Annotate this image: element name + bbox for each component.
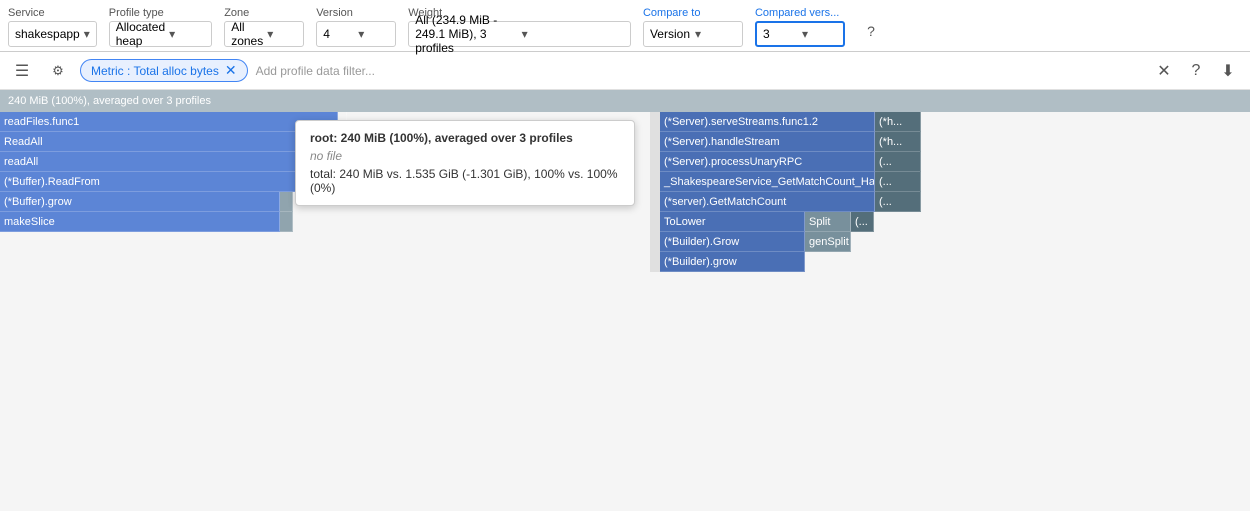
filter-chip-close-icon[interactable]: ✕ <box>225 62 237 79</box>
help-button[interactable]: ? <box>857 17 885 45</box>
filter-add-text[interactable]: Add profile data filter... <box>256 64 375 78</box>
compared-version-select[interactable]: 3 ▾ <box>755 21 845 47</box>
service-group: Service shakespapp ▾ <box>8 7 97 47</box>
filter-chip[interactable]: Metric : Total alloc bytes ✕ <box>80 59 248 82</box>
flame-cell[interactable]: (*Server).processUnaryRPC <box>660 152 875 172</box>
compared-version-group: Compared vers... 3 ▾ <box>755 7 845 47</box>
profile-type-select[interactable]: Allocated heap ▾ <box>109 21 212 47</box>
flame-cell[interactable] <box>280 212 293 232</box>
version-select[interactable]: 4 ▾ <box>316 21 396 47</box>
service-select[interactable]: shakespapp ▾ <box>8 21 97 47</box>
tooltip-title: root: 240 MiB (100%), averaged over 3 pr… <box>310 131 620 145</box>
flame-gap <box>650 112 660 132</box>
flame-cell[interactable]: (*h... <box>875 132 921 152</box>
flame-cell[interactable]: (... <box>851 212 874 232</box>
profile-type-value: Allocated heap <box>116 20 165 48</box>
flame-cell[interactable]: (*Builder).Grow <box>660 232 805 252</box>
service-value: shakespapp <box>15 27 80 41</box>
help-filter-button[interactable]: ? <box>1182 57 1210 85</box>
zone-select[interactable]: All zones ▾ <box>224 21 304 47</box>
download-button[interactable]: ⬇ <box>1214 57 1242 85</box>
version-label: Version <box>316 7 396 19</box>
flame-gap <box>650 132 660 152</box>
weight-value: All (234.9 MiB - 249.1 MiB), 3 profiles <box>415 13 517 55</box>
profile-type-label: Profile type <box>109 7 212 19</box>
close-button[interactable]: ✕ <box>1150 57 1178 85</box>
compare-to-value: Version <box>650 27 691 41</box>
compared-version-label: Compared vers... <box>755 7 845 19</box>
tooltip: root: 240 MiB (100%), averaged over 3 pr… <box>295 120 635 206</box>
flame-cell[interactable]: readAll <box>0 152 338 172</box>
flame-cell[interactable]: (*Buffer).grow <box>0 192 280 212</box>
tooltip-total: total: 240 MiB vs. 1.535 GiB (-1.301 GiB… <box>310 167 620 195</box>
version-group: Version 4 ▾ <box>316 7 396 47</box>
filter-chip-label: Metric : Total alloc bytes <box>91 64 219 78</box>
zone-label: Zone <box>224 7 304 19</box>
flame-cell[interactable]: (*Buffer).ReadFrom <box>0 172 338 192</box>
flame-gap <box>650 252 660 272</box>
table-row: (*Builder).GrowgenSplit <box>0 232 1250 252</box>
version-value: 4 <box>323 27 354 41</box>
view-toggle-button[interactable]: ☰ <box>8 57 36 85</box>
compare-to-chevron-icon: ▾ <box>695 27 736 41</box>
filter-options-button[interactable]: ⚙ <box>44 57 72 85</box>
flame-gap <box>650 232 660 252</box>
profile-type-group: Profile type Allocated heap ▾ <box>109 7 212 47</box>
flame-cell[interactable]: (*Builder).grow <box>660 252 805 272</box>
flame-cell[interactable]: (*Server).serveStreams.func1.2 <box>660 112 875 132</box>
flame-cell[interactable]: (*Server).handleStream <box>660 132 875 152</box>
service-chevron-icon: ▾ <box>84 27 90 41</box>
flame-cell[interactable]: makeSlice <box>0 212 280 232</box>
compared-version-value: 3 <box>763 27 798 41</box>
flame-gap <box>650 192 660 212</box>
version-chevron-icon: ▾ <box>358 27 389 41</box>
flame-cell[interactable]: (... <box>875 172 921 192</box>
toolbar: Service shakespapp ▾ Profile type Alloca… <box>0 0 1250 52</box>
compare-to-select[interactable]: Version ▾ <box>643 21 743 47</box>
compare-to-group: Compare to Version ▾ <box>643 7 743 47</box>
service-label: Service <box>8 7 97 19</box>
weight-chevron-icon: ▾ <box>522 27 624 41</box>
flame-cell[interactable] <box>280 192 293 212</box>
compared-version-chevron-icon: ▾ <box>802 27 837 41</box>
weight-group: Weight All (234.9 MiB - 249.1 MiB), 3 pr… <box>408 7 631 47</box>
flame-cell[interactable]: ToLower <box>660 212 805 232</box>
filter-bar: ☰ ⚙ Metric : Total alloc bytes ✕ Add pro… <box>0 52 1250 90</box>
flame-gap <box>650 152 660 172</box>
flame-cell[interactable]: (*server).GetMatchCount <box>660 192 875 212</box>
weight-select[interactable]: All (234.9 MiB - 249.1 MiB), 3 profiles … <box>408 21 631 47</box>
table-row: (*Builder).grow <box>0 252 1250 272</box>
tooltip-file: no file <box>310 149 620 163</box>
zone-chevron-icon: ▾ <box>267 27 297 41</box>
flamegraph-area: 240 MiB (100%), averaged over 3 profiles… <box>0 90 1250 511</box>
table-row: makeSlice ToLowerSplit(... <box>0 212 1250 232</box>
flame-cell[interactable]: ReadAll <box>0 132 338 152</box>
flame-cell[interactable]: Split <box>805 212 851 232</box>
flame-gap <box>650 172 660 192</box>
summary-bar: 240 MiB (100%), averaged over 3 profiles <box>0 90 1250 112</box>
flame-cell[interactable]: _ShakespeareService_GetMatchCount_Handle… <box>660 172 875 192</box>
flame-cell[interactable]: genSplit <box>805 232 851 252</box>
flame-cell[interactable]: (*h... <box>875 112 921 132</box>
summary-text: 240 MiB (100%), averaged over 3 profiles <box>8 95 211 107</box>
zone-value: All zones <box>231 20 263 48</box>
zone-group: Zone All zones ▾ <box>224 7 304 47</box>
profile-type-chevron-icon: ▾ <box>169 27 205 41</box>
compare-to-label: Compare to <box>643 7 743 19</box>
flame-cell[interactable]: readFiles.func1 <box>0 112 338 132</box>
flame-cell[interactable]: (... <box>875 152 921 172</box>
flame-cell[interactable]: (... <box>875 192 921 212</box>
flame-gap <box>650 212 660 232</box>
filter-right-actions: ✕ ? ⬇ <box>1150 57 1242 85</box>
